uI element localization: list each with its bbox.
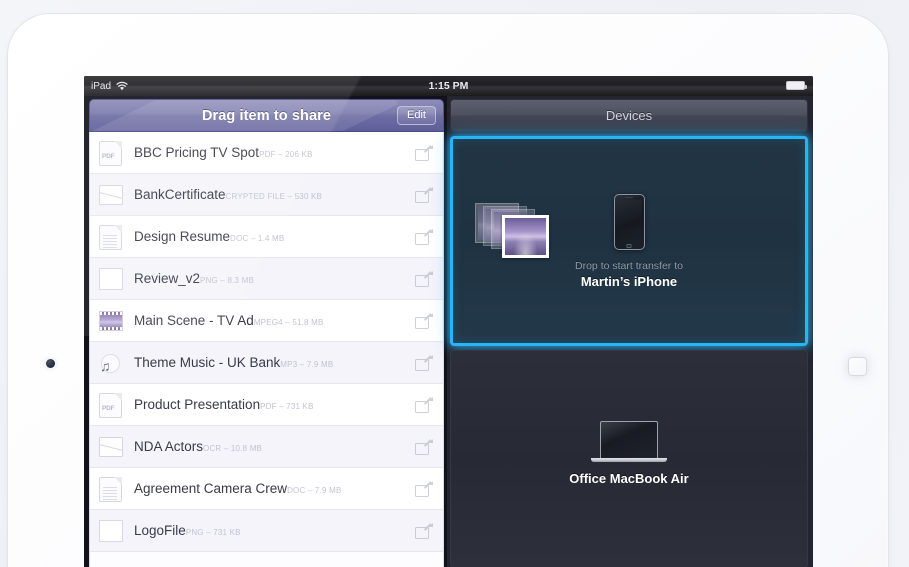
share-icon[interactable] — [415, 523, 433, 539]
file-text: Product PresentationPDF – 731 kB — [134, 396, 415, 414]
envelope-file-icon — [98, 432, 124, 462]
device-drop-target-macbook[interactable]: Office MacBook Air — [450, 350, 808, 567]
envelope-file-icon — [98, 180, 124, 210]
share-icon[interactable] — [415, 271, 433, 287]
file-list-item[interactable]: PDF BBC Pricing TV SpotPDF – 206 kB — [90, 132, 443, 174]
file-list-item[interactable]: LogoFilePNG – 731 kB — [90, 510, 443, 552]
pdf-file-icon: PDF — [98, 138, 124, 168]
share-icon[interactable] — [415, 439, 433, 455]
file-list-item[interactable]: Agreement Camera CrewDOC – 7.9 MB — [90, 468, 443, 510]
file-list-item[interactable]: NDA ActorsOCR – 10.8 MB — [90, 426, 443, 468]
share-icon[interactable] — [415, 355, 433, 371]
doc-file-icon — [98, 222, 124, 252]
doc-file-icon — [98, 474, 124, 504]
image-file-icon — [98, 516, 124, 546]
front-camera-icon — [46, 359, 55, 368]
app-root: Drag item to share Edit PDF BBC Pricing T… — [84, 96, 813, 567]
file-list-item[interactable]: PDF Product PresentationPDF – 731 kB — [90, 384, 443, 426]
file-text: BBC Pricing TV SpotPDF – 206 kB — [134, 144, 415, 162]
file-name: Review_v2 — [134, 271, 200, 286]
devices-title: Devices — [606, 108, 652, 123]
file-meta: DOC – 7.9 MB — [287, 486, 341, 495]
share-icon[interactable] — [415, 229, 433, 245]
device-name-macbook: Office MacBook Air — [569, 471, 688, 486]
file-meta: OCR – 10.8 MB — [203, 444, 262, 453]
file-list-item[interactable]: ♫ Theme Music - UK BankMP3 – 7.9 MB — [90, 342, 443, 384]
file-name: BankCertificate — [134, 187, 226, 202]
file-text: Review_v2PNG – 8.3 MB — [134, 270, 415, 288]
file-name: Product Presentation — [134, 397, 260, 412]
macbook-device[interactable]: Office MacBook Air — [569, 421, 688, 486]
ipad-screen: iPad 1:15 PM Drag item to share Edit — [84, 76, 813, 567]
file-share-pane: Drag item to share Edit PDF BBC Pricing T… — [84, 96, 447, 567]
file-meta: MP3 – 7.9 MB — [280, 360, 333, 369]
file-name: Design Resume — [134, 229, 230, 244]
video-file-icon — [98, 306, 124, 336]
file-meta: PDF – 206 kB — [259, 150, 313, 159]
file-name: NDA Actors — [134, 439, 203, 454]
file-text: Theme Music - UK BankMP3 – 7.9 MB — [134, 354, 415, 372]
dragged-file-stack[interactable] — [475, 201, 555, 263]
status-bar-time: 1:15 PM — [84, 80, 813, 92]
file-name: Main Scene - TV Ad — [134, 313, 254, 328]
share-icon[interactable] — [415, 145, 433, 161]
file-meta: PNG – 8.3 MB — [200, 276, 254, 285]
share-icon[interactable] — [415, 397, 433, 413]
file-list-item[interactable]: BankCertificateCRYPTED FILE – 530 kB — [90, 174, 443, 216]
image-file-icon — [98, 264, 124, 294]
audio-file-icon: ♫ — [98, 348, 124, 378]
battery-icon — [786, 81, 805, 90]
status-bar-left: iPad — [84, 81, 128, 92]
status-bar: iPad 1:15 PM — [84, 76, 813, 96]
file-list-item[interactable]: Main Scene - TV AdMPEG4 – 51.8 MB — [90, 300, 443, 342]
file-list-item[interactable]: Design ResumeDOC – 1.4 MB — [90, 216, 443, 258]
file-name: Agreement Camera Crew — [134, 481, 287, 496]
share-icon[interactable] — [415, 187, 433, 203]
device-drop-target-iphone[interactable]: Drop to start transfer to Martin’s iPhon… — [450, 136, 808, 346]
macbook-icon — [600, 421, 658, 458]
file-text: NDA ActorsOCR – 10.8 MB — [134, 438, 415, 456]
wifi-icon — [116, 81, 128, 91]
drop-hint-text: Drop to start transfer to — [575, 260, 683, 272]
devices-pane: Devices — [447, 96, 813, 567]
file-text: LogoFilePNG – 731 kB — [134, 522, 415, 540]
file-text: Design ResumeDOC – 1.4 MB — [134, 228, 415, 246]
page-backdrop: iPad 1:15 PM Drag item to share Edit — [0, 0, 909, 567]
share-icon[interactable] — [415, 313, 433, 329]
edit-button[interactable]: Edit — [397, 106, 436, 125]
home-button[interactable] — [848, 357, 867, 376]
file-list-item[interactable]: Review_v2PNG – 8.3 MB — [90, 258, 443, 300]
file-meta: CRYPTED FILE – 530 kB — [226, 192, 323, 201]
file-meta: MPEG4 – 51.8 MB — [254, 318, 324, 327]
file-list[interactable]: PDF BBC Pricing TV SpotPDF – 206 kB BankCe… — [89, 132, 444, 567]
drag-card-front — [502, 215, 549, 258]
file-text: Agreement Camera CrewDOC – 7.9 MB — [134, 480, 415, 498]
page-title: Drag item to share — [202, 108, 331, 124]
devices-header: Devices — [450, 99, 808, 132]
file-text: BankCertificateCRYPTED FILE – 530 kB — [134, 186, 415, 204]
file-list-header: Drag item to share Edit — [89, 99, 444, 132]
iphone-icon — [614, 194, 645, 250]
file-name: LogoFile — [134, 523, 186, 538]
file-name: Theme Music - UK Bank — [134, 355, 280, 370]
file-meta: PDF – 731 kB — [260, 402, 314, 411]
macbook-base — [591, 458, 667, 462]
file-text: Main Scene - TV AdMPEG4 – 51.8 MB — [134, 312, 415, 330]
iphone-device[interactable]: Drop to start transfer to Martin’s iPhon… — [575, 194, 683, 289]
pdf-file-icon: PDF — [98, 390, 124, 420]
status-device-label: iPad — [91, 81, 111, 92]
file-meta: DOC – 1.4 MB — [230, 234, 284, 243]
share-icon[interactable] — [415, 481, 433, 497]
file-meta: PNG – 731 kB — [186, 528, 241, 537]
device-name-iphone: Martin’s iPhone — [581, 274, 677, 289]
file-name: BBC Pricing TV Spot — [134, 145, 259, 160]
